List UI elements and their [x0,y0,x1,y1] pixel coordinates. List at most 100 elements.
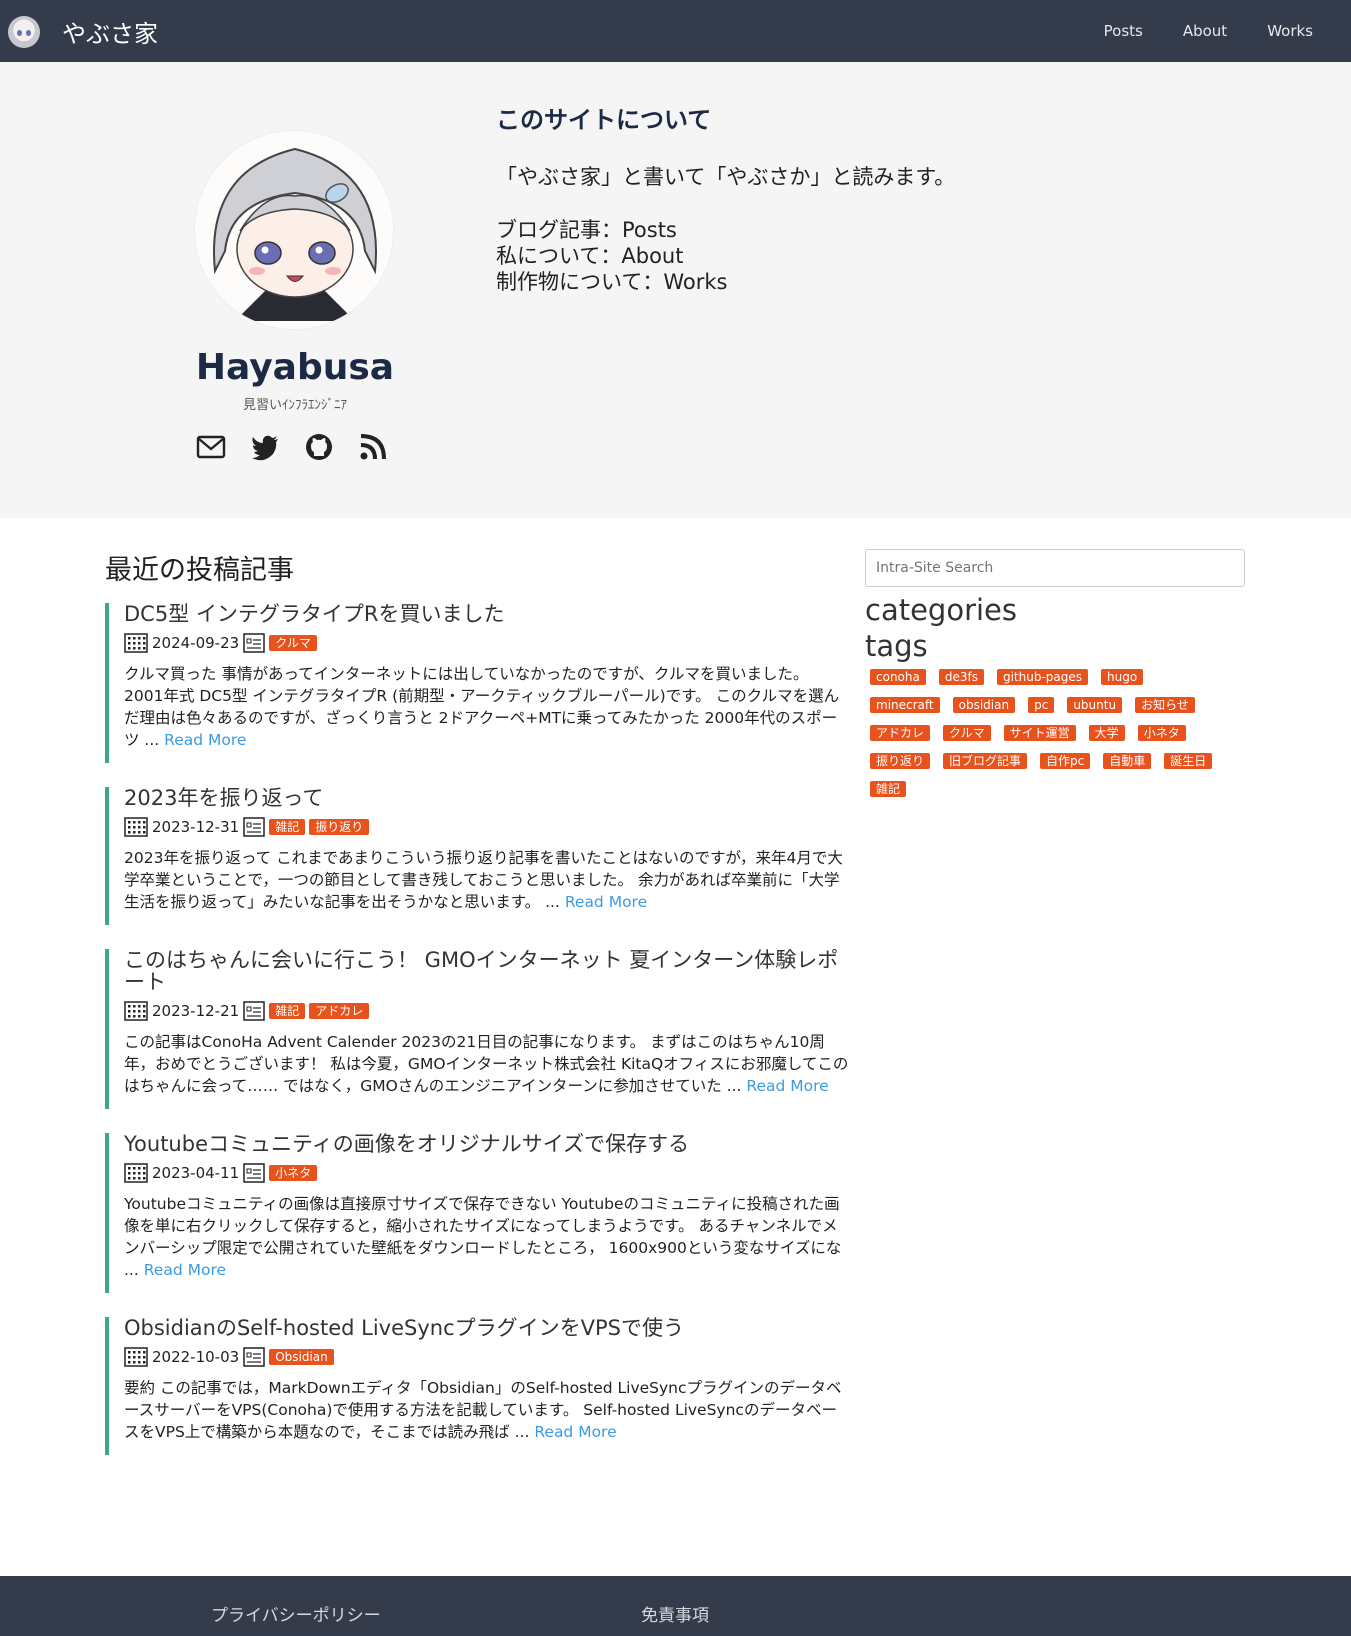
post-date: 2024-09-23 [152,634,240,652]
sidebar-tag-badge[interactable]: お知らせ [1135,697,1195,713]
sidebar-tag-badge[interactable]: サイト運営 [1003,725,1076,741]
read-more-link[interactable]: Read More [144,1261,226,1279]
post-tag-badge[interactable]: 小ネタ [269,1165,318,1181]
sidebar-tag-badge[interactable]: 小ネタ [1137,725,1186,741]
post-title-link[interactable]: Youtubeコミュニティの画像をオリジナルサイズで保存する [124,1133,850,1155]
sidebar-tag-badge[interactable]: 誕生日 [1164,753,1213,769]
tag-cloud: conoha de3fs github-pages hugo minecraft obsi… [865,669,1225,797]
sidebar-tag-badge[interactable]: 大学 [1088,725,1125,741]
categories-title: categories [865,593,1018,627]
twitter-icon[interactable] [250,432,280,462]
navbar: やぶさ家 Posts About Works [0,0,1351,62]
sidebar-tag-badge[interactable]: ubuntu [1067,697,1123,713]
post-title-link[interactable]: このはちゃんに会いに行こう！ GMOインターネット 夏インターン体験レポート [124,949,850,993]
privacy-policy-link[interactable]: プライバシーポリシー [211,1601,381,1626]
post-date: 2023-12-31 [152,818,240,836]
tag-list-icon [243,817,265,837]
sidebar-tag-badge[interactable]: 自動車 [1103,753,1152,769]
post-summary-text: 2023年を振り返って これまであまりこういう振り返り記事を書いたことはないので… [124,849,843,911]
post-summary: クルマ買った 事情があってインターネットには出していなかったのですが、クルマを買… [124,663,850,751]
post-summary: この記事はConoHa Advent Calender 2023の21日目の記事… [124,1031,850,1097]
sidebar-tag-badge[interactable]: アドカレ [870,725,931,741]
post-summary-text: Youtubeコミュニティの画像は直接原寸サイズで保存できない Youtubeの… [124,1195,842,1279]
nav-link-works[interactable]: Works [1267,22,1313,40]
post-item: ObsidianのSelf-hosted LiveSyncプラグインをVPSで使… [105,1317,850,1455]
site-logo-icon[interactable] [8,16,40,48]
about-lead: 「やぶさ家」と書いて「やぶさか」と読みます。 [496,165,956,189]
read-more-link[interactable]: Read More [565,893,647,911]
sidebar-tag-badge[interactable]: conoha [870,669,926,685]
footer: プライバシーポリシー 免責事項 [0,1576,1351,1636]
disclaimer-link[interactable]: 免責事項 [641,1601,709,1626]
post-summary: Youtubeコミュニティの画像は直接原寸サイズで保存できない Youtubeの… [124,1193,850,1281]
recent-posts: 最近の投稿記事 DC5型 インテグラタイプRを買いました 2024-09-23 クル… [105,548,850,1479]
sidebar: categories tags conoha de3fs github-pages h… [865,549,1245,797]
post-title-link[interactable]: ObsidianのSelf-hosted LiveSyncプラグインをVPSで使… [124,1317,850,1339]
site-title[interactable]: やぶさ家 [62,14,158,49]
post-date: 2023-12-21 [152,1002,240,1020]
post-meta: 2024-09-23 クルマ [124,633,850,653]
about-title: このサイトについて [496,106,712,134]
recent-posts-title: 最近の投稿記事 [105,555,294,586]
sidebar-tag-badge[interactable]: de3fs [938,669,984,685]
about-line: 制作物について：Works [496,270,728,294]
tag-list-icon [243,1001,265,1021]
post-item: Youtubeコミュニティの画像をオリジナルサイズで保存する 2023-04-11… [105,1133,850,1293]
sidebar-tag-badge[interactable]: hugo [1101,669,1144,685]
read-more-link[interactable]: Read More [534,1423,616,1441]
post-title-link[interactable]: 2023年を振り返って [124,787,850,809]
about-block: このサイトについて 「やぶさ家」と書いて「やぶさか」と読みます。 ブログ記事：P… [496,100,1116,295]
tags-title: tags [865,629,928,663]
post-meta: 2023-04-11 小ネタ [124,1163,850,1183]
calendar-icon [124,633,148,653]
post-meta: 2022-10-03 Obsidian [124,1347,850,1367]
hero: Hayabusa 見習いｲﾝﾌﾗｴﾝｼﾞﾆｱ このサイトについて 「やぶさ家」と… [0,62,1351,518]
post-list: DC5型 インテグラタイプRを買いました 2024-09-23 クルマクルマ買った … [105,603,850,1455]
post-date: 2023-04-11 [152,1164,240,1182]
tag-list-icon [243,1347,265,1367]
post-tag-badge[interactable]: クルマ [269,635,317,651]
post-tag-badge[interactable]: 雑記 [269,819,306,835]
post-item: 2023年を振り返って 2023-12-31 雑記 振り返り 2023年を振り返って こ… [105,787,850,925]
nav-links: Posts About Works [1104,22,1313,40]
calendar-icon [124,817,148,837]
sidebar-tag-badge[interactable]: クルマ [943,725,991,741]
about-line: ブログ記事：Posts [496,218,677,242]
tag-list-icon [243,1163,265,1183]
sidebar-tag-badge[interactable]: 雑記 [870,781,907,797]
post-summary: 2023年を振り返って これまであまりこういう振り返り記事を書いたことはないので… [124,847,850,913]
post-title-link[interactable]: DC5型 インテグラタイプRを買いました [124,603,850,625]
post-tag-badge[interactable]: 振り返り [309,819,370,835]
search-input[interactable] [865,549,1245,587]
rss-icon[interactable] [358,432,388,462]
post-date: 2022-10-03 [152,1348,240,1366]
post-tag-badge[interactable]: アドカレ [309,1003,370,1019]
about-list: ブログ記事：Posts 私について：About 制作物について：Works [496,217,1116,295]
calendar-icon [124,1163,148,1183]
sidebar-tag-badge[interactable]: 振り返り [870,753,931,769]
read-more-link[interactable]: Read More [164,731,246,749]
read-more-link[interactable]: Read More [746,1077,828,1095]
nav-link-about[interactable]: About [1183,22,1227,40]
post-tag-badge[interactable]: Obsidian [269,1349,334,1365]
calendar-icon [124,1001,148,1021]
profile-name: Hayabusa [195,347,395,388]
sidebar-tag-badge[interactable]: pc [1028,697,1055,713]
post-meta: 2023-12-21 雑記 アドカレ [124,1001,850,1021]
sidebar-tag-badge[interactable]: obsidian [952,697,1016,713]
about-line: 私について：About [496,244,684,268]
sidebar-tag-badge[interactable]: minecraft [870,697,940,713]
post-item: DC5型 インテグラタイプRを買いました 2024-09-23 クルマクルマ買った … [105,603,850,763]
post-tag-badge[interactable]: 雑記 [269,1003,306,1019]
post-summary-text: 要約 この記事では，MarkDownエディタ「Obsidian」のSelf-ho… [124,1379,842,1441]
sidebar-tag-badge[interactable]: 旧ブログ記事 [943,753,1028,769]
avatar [194,130,394,330]
nav-link-posts[interactable]: Posts [1104,22,1143,40]
post-item: このはちゃんに会いに行こう！ GMOインターネット 夏インターン体験レポート 20… [105,949,850,1109]
profile-subtitle: 見習いｲﾝﾌﾗｴﾝｼﾞﾆｱ [242,398,347,413]
post-summary: 要約 この記事では，MarkDownエディタ「Obsidian」のSelf-ho… [124,1377,850,1443]
github-icon[interactable] [304,432,334,462]
mail-icon[interactable] [196,432,226,462]
sidebar-tag-badge[interactable]: github-pages [996,669,1089,685]
sidebar-tag-badge[interactable]: 自作pc [1040,753,1091,769]
